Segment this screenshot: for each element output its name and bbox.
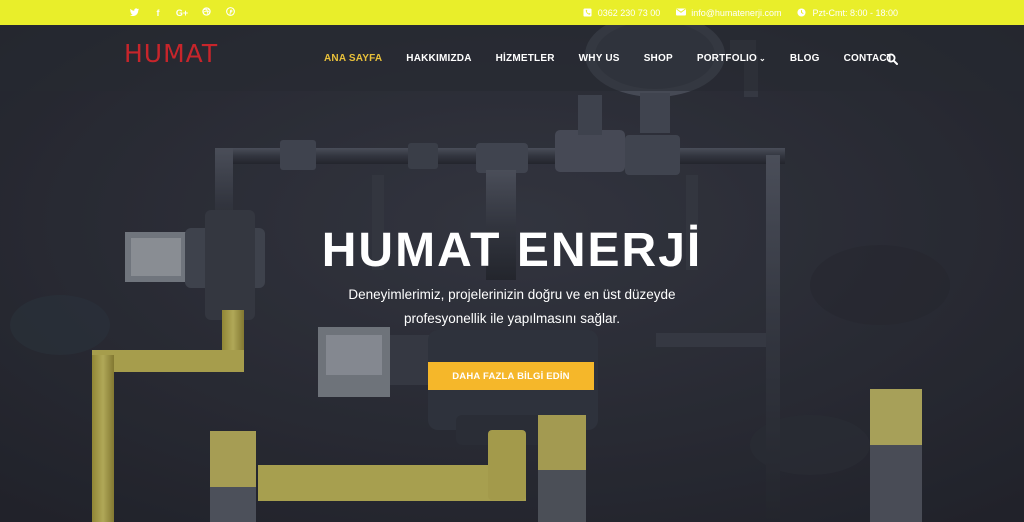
email-item[interactable]: info@humatenerji.com bbox=[676, 8, 781, 18]
social-links: f G+ bbox=[122, 0, 242, 25]
facebook-icon[interactable]: f bbox=[146, 8, 170, 18]
phone-item[interactable]: 0362 230 73 00 bbox=[583, 7, 661, 18]
phone-icon bbox=[583, 8, 592, 17]
contact-info: 0362 230 73 00 info@humatenerji.com Pzt-… bbox=[583, 0, 898, 25]
nav-item-blog[interactable]: BLOG bbox=[790, 53, 820, 64]
nav-item-ana-sayfa[interactable]: ANA SAYFA bbox=[324, 53, 382, 64]
dribbble-icon[interactable] bbox=[194, 7, 218, 18]
hours-item: Pzt-Cmt: 8:00 - 18:00 bbox=[797, 8, 898, 18]
main-nav: ANA SAYFA HAKKIMIZDA HİZMETLER WHY US SH… bbox=[324, 25, 917, 91]
chevron-down-icon: ⌄ bbox=[758, 53, 766, 63]
site-header: HUMAT ANA SAYFA HAKKIMIZDA HİZMETLER WHY… bbox=[0, 25, 1024, 91]
twitter-icon[interactable] bbox=[122, 7, 146, 18]
email-address: info@humatenerji.com bbox=[691, 7, 782, 18]
pinterest-icon[interactable] bbox=[218, 7, 242, 18]
nav-item-portfolio-label: PORTFOLIO bbox=[696, 52, 757, 64]
working-hours: Pzt-Cmt: 8:00 - 18:00 bbox=[812, 7, 898, 18]
nav-item-portfolio[interactable]: PORTFOLIO ⌄ bbox=[697, 53, 766, 64]
hero-subtitle: Deneyimlerimiz, projelerinizin doğru ve … bbox=[312, 283, 712, 331]
envelope-icon bbox=[676, 8, 687, 17]
top-bar: f G+ 0362 230 73 00 info@humatenerji.com… bbox=[0, 0, 1024, 25]
nav-item-why-us[interactable]: WHY US bbox=[579, 53, 620, 64]
site-logo[interactable]: HUMAT bbox=[124, 39, 218, 68]
more-info-button[interactable]: DAHA FAZLA BİLGİ EDİN bbox=[428, 362, 594, 390]
clock-icon bbox=[797, 8, 807, 17]
search-icon[interactable] bbox=[886, 52, 898, 65]
google-plus-icon[interactable]: G+ bbox=[170, 8, 194, 18]
nav-item-hakkimizda[interactable]: HAKKIMIZDA bbox=[406, 53, 471, 64]
hero-subtitle-line2: profesyonellik ile yapılmasını sağlar. bbox=[403, 311, 621, 326]
phone-number: 0362 230 73 00 bbox=[597, 7, 661, 18]
nav-item-shop[interactable]: SHOP bbox=[644, 53, 673, 64]
hero-subtitle-line1: Deneyimlerimiz, projelerinizin doğru ve … bbox=[348, 287, 676, 302]
hero-title: HUMAT ENERJİ bbox=[321, 224, 703, 277]
nav-item-hizmetler[interactable]: HİZMETLER bbox=[496, 53, 555, 64]
hero-section: HUMAT ANA SAYFA HAKKIMIZDA HİZMETLER WHY… bbox=[0, 25, 1024, 522]
